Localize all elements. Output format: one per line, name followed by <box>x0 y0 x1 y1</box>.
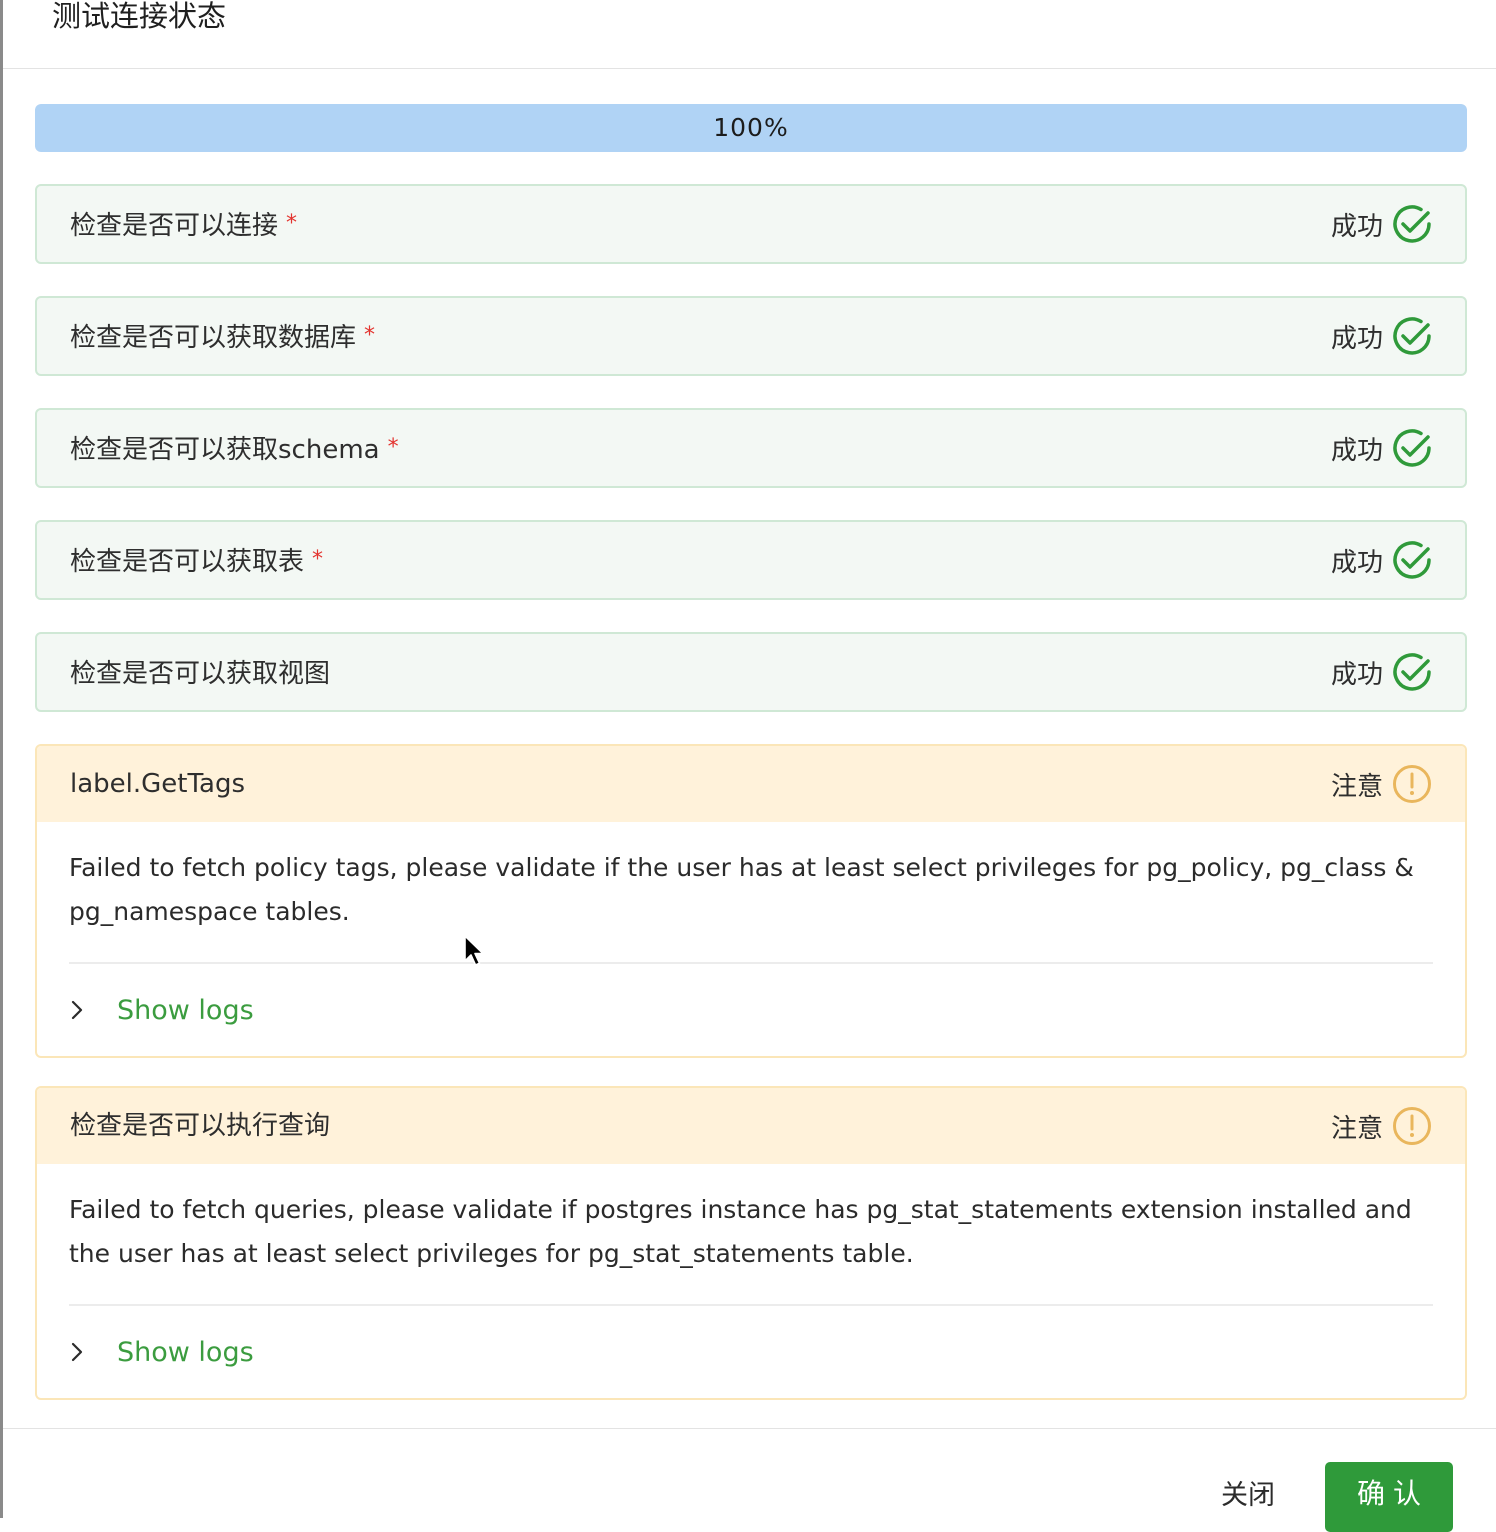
warning-label: label.GetTags <box>70 769 246 799</box>
check-label: 检查是否可以获取视图 <box>70 659 331 689</box>
required-marker: * <box>312 547 324 572</box>
show-logs-toggle[interactable]: Show logs <box>69 964 1433 1056</box>
progress-bar: 100% <box>35 104 1467 152</box>
status-text: 注意 <box>1330 771 1383 802</box>
dialog-title: 测试连接状态 <box>52 0 227 33</box>
check-label: 检查是否可以获取数据库 <box>70 323 357 353</box>
confirm-button[interactable]: 确认 <box>1325 1462 1453 1532</box>
warning-header: 检查是否可以执行查询 注意 <box>37 1088 1465 1164</box>
progress-label: 100% <box>713 113 789 142</box>
status-text: 成功 <box>1330 435 1383 466</box>
check-circle-icon <box>1391 203 1433 245</box>
warning-header: label.GetTags 注意 <box>37 746 1465 822</box>
show-logs-toggle[interactable]: Show logs <box>69 1306 1433 1398</box>
status-success: 成功 <box>1331 186 1433 262</box>
status-text: 成功 <box>1330 659 1383 690</box>
status-text: 成功 <box>1330 323 1383 354</box>
warning-card-tags: label.GetTags 注意 Failed to fetch policy … <box>35 744 1467 1058</box>
check-label: 检查是否可以连接 <box>70 211 279 241</box>
exclamation-circle-icon <box>1391 1105 1433 1147</box>
status-warning: 注意 <box>1331 746 1433 822</box>
status-text: 注意 <box>1330 1113 1383 1144</box>
warning-message: Failed to fetch queries, please validate… <box>69 1164 1433 1306</box>
check-circle-icon <box>1391 651 1433 693</box>
warning-label: 检查是否可以执行查询 <box>70 1111 331 1141</box>
chevron-right-icon[interactable] <box>69 999 117 1021</box>
exclamation-circle-icon <box>1391 763 1433 805</box>
status-text: 成功 <box>1330 547 1383 578</box>
required-marker: * <box>286 211 298 236</box>
status-text: 成功 <box>1330 211 1383 242</box>
dialog-footer: 关闭 确认 <box>3 1428 1496 1532</box>
check-circle-icon <box>1391 539 1433 581</box>
status-success: 成功 <box>1331 634 1433 710</box>
close-button[interactable]: 关闭 <box>1221 1473 1275 1512</box>
window-edge <box>0 0 3 1518</box>
warning-message: Failed to fetch policy tags, please vali… <box>69 822 1433 964</box>
check-circle-icon <box>1391 315 1433 357</box>
check-row-tables: 检查是否可以获取表 * 成功 <box>35 520 1467 600</box>
check-row-views: 检查是否可以获取视图 成功 <box>35 632 1467 712</box>
status-success: 成功 <box>1331 410 1433 486</box>
check-row-schema: 检查是否可以获取schema * 成功 <box>35 408 1467 488</box>
check-circle-icon <box>1391 427 1433 469</box>
show-logs-link[interactable]: Show logs <box>117 1337 254 1368</box>
dialog-header: 测试连接状态 <box>3 0 1496 69</box>
required-marker: * <box>387 435 399 460</box>
status-success: 成功 <box>1331 522 1433 598</box>
check-row-connect: 检查是否可以连接 * 成功 <box>35 184 1467 264</box>
status-success: 成功 <box>1331 298 1433 374</box>
warning-card-queries: 检查是否可以执行查询 注意 Failed to fetch queries, p… <box>35 1086 1467 1400</box>
status-warning: 注意 <box>1331 1088 1433 1164</box>
show-logs-link[interactable]: Show logs <box>117 995 254 1026</box>
required-marker: * <box>364 323 376 348</box>
mouse-cursor-icon <box>463 934 487 974</box>
check-label: 检查是否可以获取schema <box>70 435 380 465</box>
check-label: 检查是否可以获取表 <box>70 547 305 577</box>
chevron-right-icon[interactable] <box>69 1341 117 1363</box>
check-row-databases: 检查是否可以获取数据库 * 成功 <box>35 296 1467 376</box>
